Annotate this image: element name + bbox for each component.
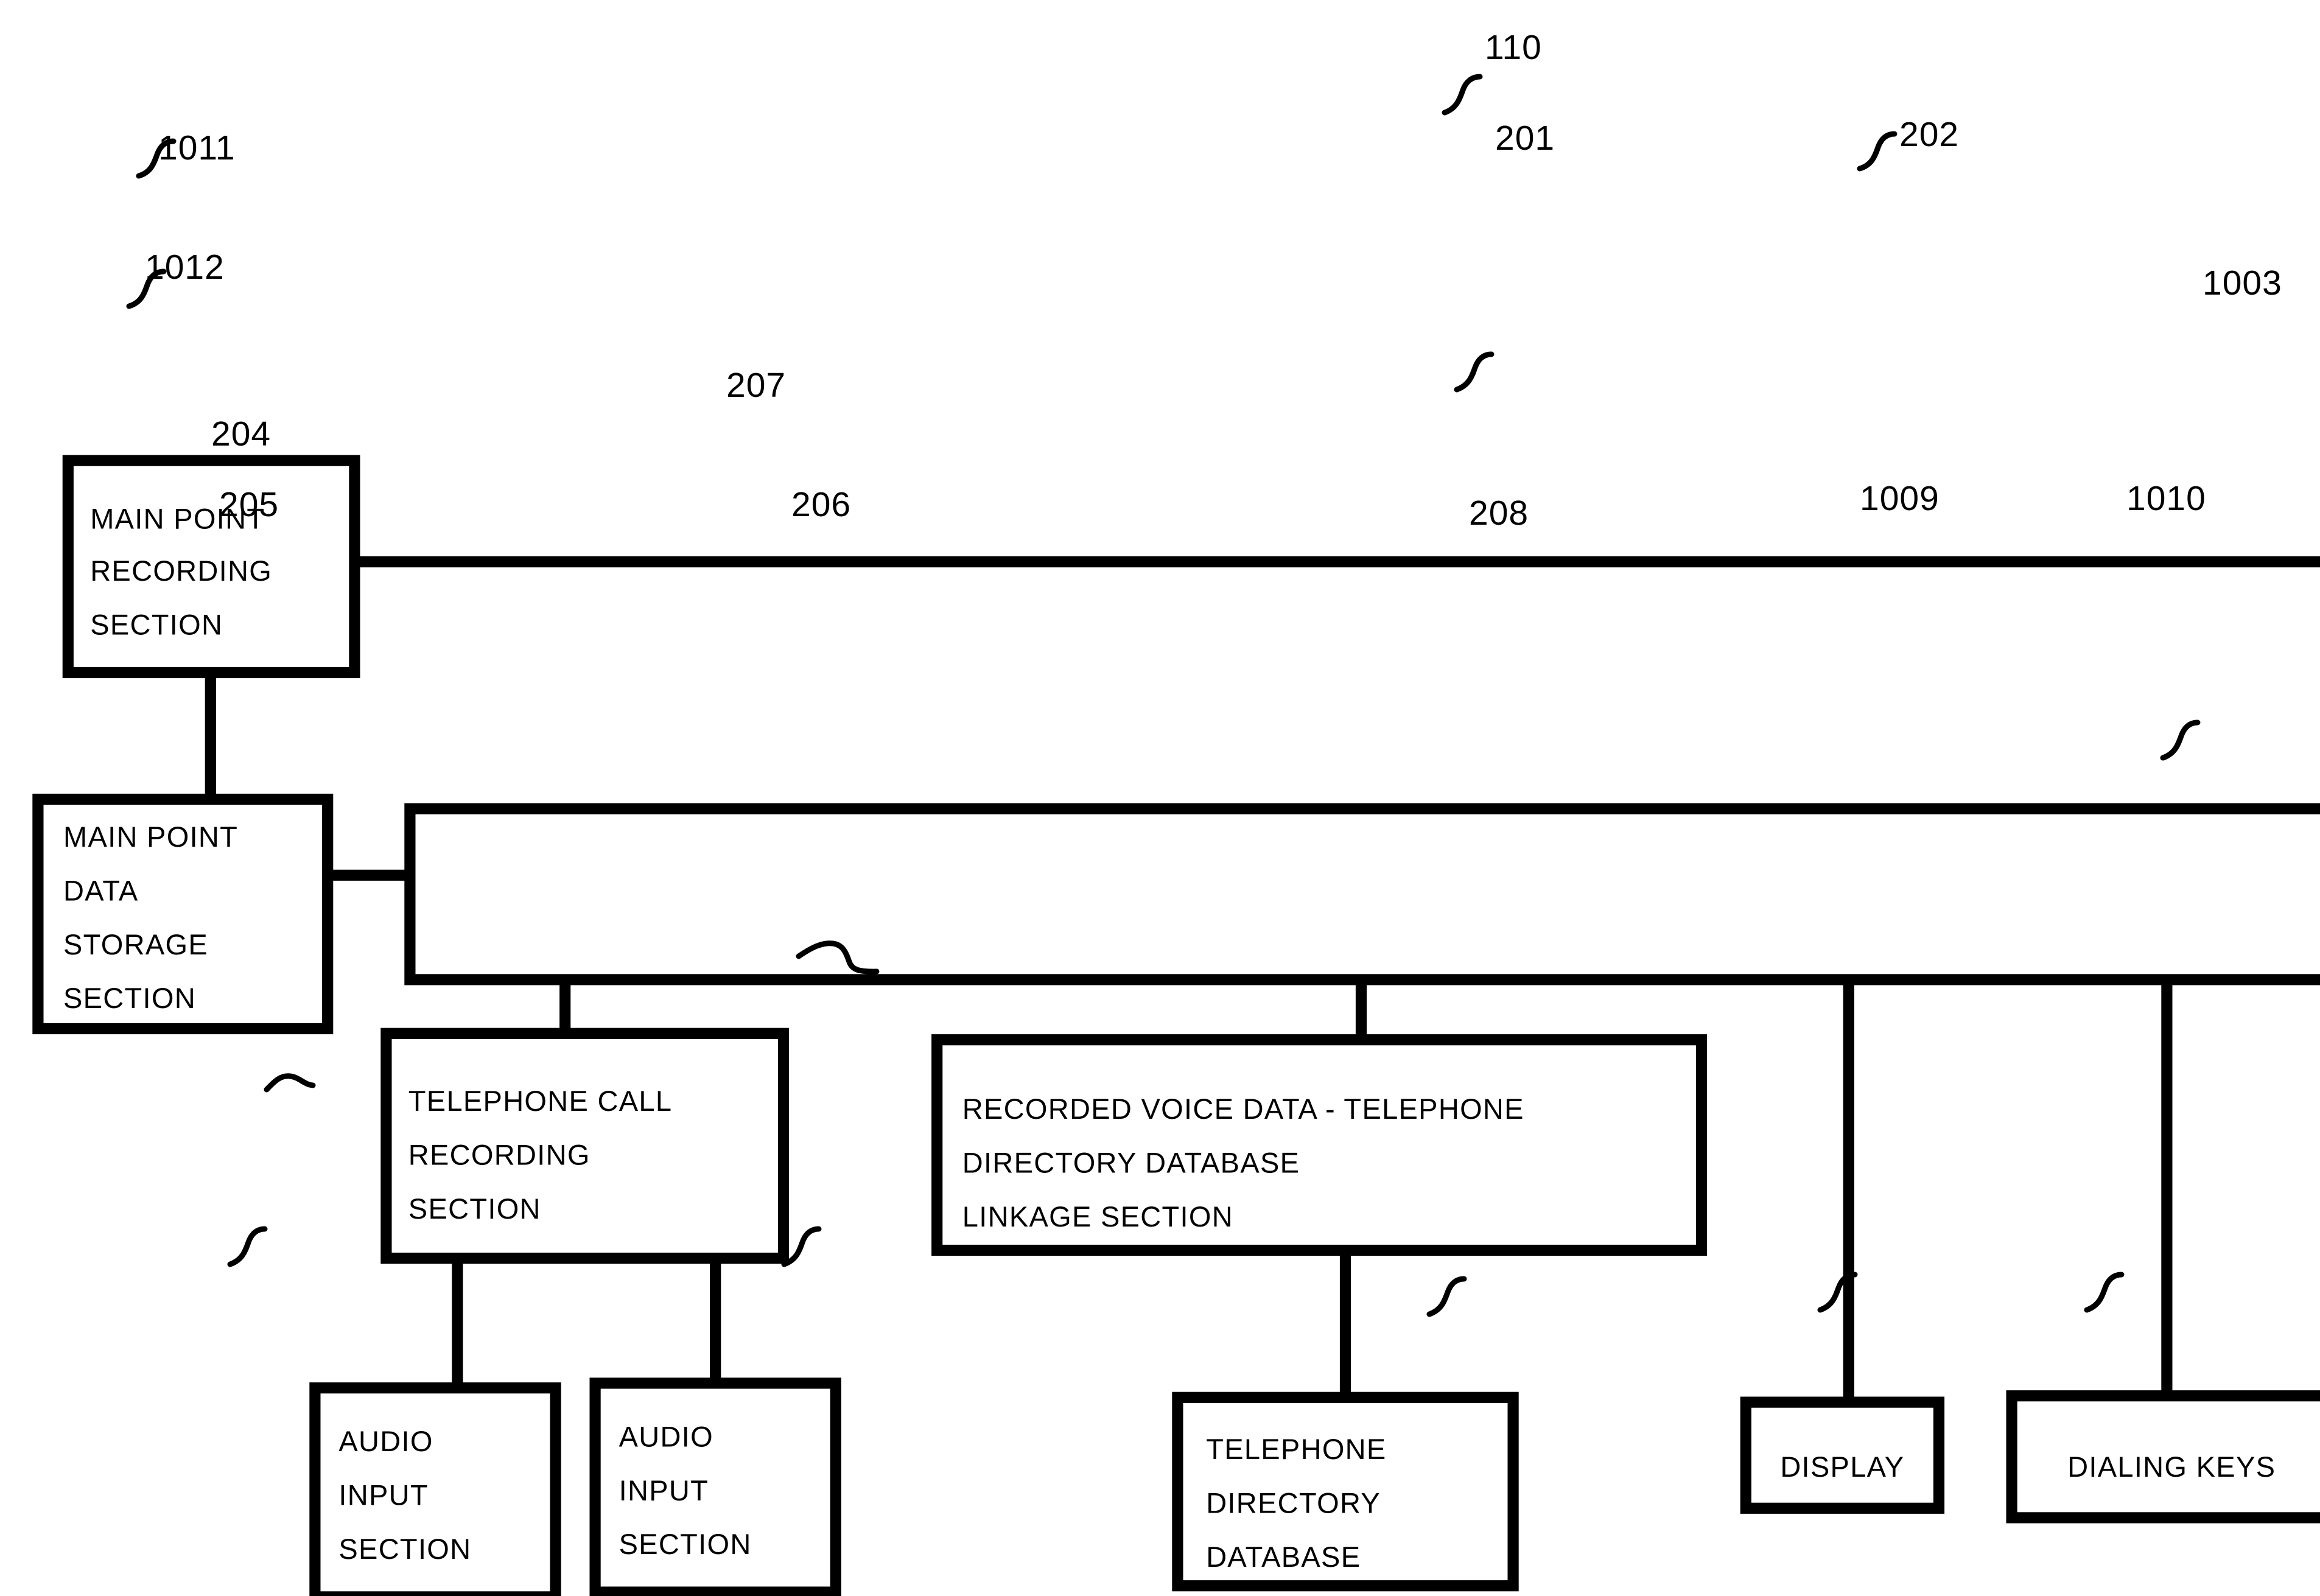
ref-num-202: 202: [1899, 115, 1959, 154]
block-audio-input-1[interactable]: AUDIO INPUT SECTION: [309, 1382, 561, 1596]
leader-204: [264, 1073, 316, 1093]
ref-num-206: 206: [791, 485, 851, 524]
patent-block-diagram: MEMORY CARD MAIN POINT RECORDING SECTION…: [0, 0, 2320, 1596]
leader-1010: [2084, 1272, 2125, 1313]
ref-num-1011: 1011: [158, 128, 236, 167]
leader-110: [1442, 74, 1483, 116]
call-recording-label-line-2: SECTION: [408, 1192, 541, 1225]
directory-database-label-line-0: TELEPHONE: [1206, 1433, 1386, 1465]
block-dialing-keys[interactable]: DIALING KEYS: [2006, 1390, 2320, 1524]
ref-num-208: 208: [1469, 494, 1529, 533]
leader-205: [227, 1226, 268, 1267]
main-point-recording-label-line-1: RECORDING: [90, 555, 272, 587]
leader-202: [1857, 131, 1898, 172]
block-main-point-storage[interactable]: MAIN POINT DATA STORAGE SECTION: [32, 793, 334, 1035]
ref-num-204: 204: [211, 415, 271, 453]
ref-num-110: 110: [1485, 28, 1542, 67]
block-voice-linkage[interactable]: RECORDED VOICE DATA - TELEPHONE DIRECTOR…: [931, 1034, 1708, 1256]
ref-num-1010: 1010: [2126, 479, 2206, 518]
leader-1003: [2160, 719, 2201, 761]
main-point-storage-label-line-0: MAIN POINT: [63, 821, 238, 853]
audio-input-2-label-line-2: SECTION: [619, 1528, 752, 1560]
voice-linkage-label-line-2: LINKAGE SECTION: [962, 1200, 1233, 1233]
main-point-recording-label-line-2: SECTION: [90, 609, 223, 641]
blocks: MEMORY CARD MAIN POINT RECORDING SECTION…: [32, 455, 2320, 1596]
leader-206: [781, 1226, 822, 1267]
ref-num-201: 201: [1495, 119, 1555, 158]
directory-database-label-line-1: DIRECTORY: [1206, 1487, 1381, 1519]
ref-num-1012: 1012: [145, 248, 225, 287]
block-main-point-recording[interactable]: MAIN POINT RECORDING SECTION: [62, 455, 360, 679]
ref-num-1009: 1009: [1860, 479, 1940, 518]
ref-num-1003: 1003: [2203, 264, 2282, 303]
block-audio-input-2[interactable]: AUDIO INPUT SECTION: [589, 1377, 841, 1596]
call-recording-label-line-0: TELEPHONE CALL: [408, 1085, 673, 1117]
diagram-canvas: MEMORY CARD MAIN POINT RECORDING SECTION…: [32, 28, 2320, 1596]
leader-201: [1454, 351, 1495, 393]
audio-input-1-label-line-2: SECTION: [338, 1533, 471, 1565]
display-label: DISPLAY: [1780, 1451, 1904, 1483]
leader-208: [1426, 1276, 1467, 1317]
ref-num-205: 205: [219, 485, 279, 524]
voice-linkage-label-line-1: DIRECTORY DATABASE: [962, 1147, 1300, 1179]
block-mobile-control[interactable]: MOBILE TELEPHONE CONTROL SECTION: [404, 803, 2320, 985]
ref-num-207: 207: [726, 366, 786, 405]
directory-database-label-line-2: DATABASE: [1206, 1541, 1361, 1573]
audio-input-1-label-line-1: INPUT: [338, 1479, 428, 1511]
reference-numerals: 110 1011 1012 201 202 1003 204 207 205 2…: [145, 28, 2282, 533]
voice-linkage-label-line-0: RECORDED VOICE DATA - TELEPHONE: [962, 1093, 1524, 1125]
main-point-storage-label-line-2: STORAGE: [63, 928, 208, 961]
dialing-keys-label: DIALING KEYS: [2067, 1451, 2276, 1483]
mobile-control-box[interactable]: [404, 803, 2320, 985]
block-display[interactable]: DISPLAY: [1740, 1396, 1945, 1514]
main-point-storage-label-line-1: DATA: [63, 874, 139, 906]
main-point-storage-label-line-3: SECTION: [63, 982, 196, 1014]
audio-input-1-label-line-0: AUDIO: [338, 1425, 433, 1457]
audio-input-2-label-line-0: AUDIO: [619, 1420, 713, 1452]
block-call-recording[interactable]: TELEPHONE CALL RECORDING SECTION: [380, 1027, 790, 1264]
block-directory-database[interactable]: TELEPHONE DIRECTORY DATABASE: [1172, 1391, 1519, 1592]
call-recording-label-line-1: RECORDING: [408, 1139, 591, 1171]
audio-input-2-label-line-1: INPUT: [619, 1474, 709, 1507]
